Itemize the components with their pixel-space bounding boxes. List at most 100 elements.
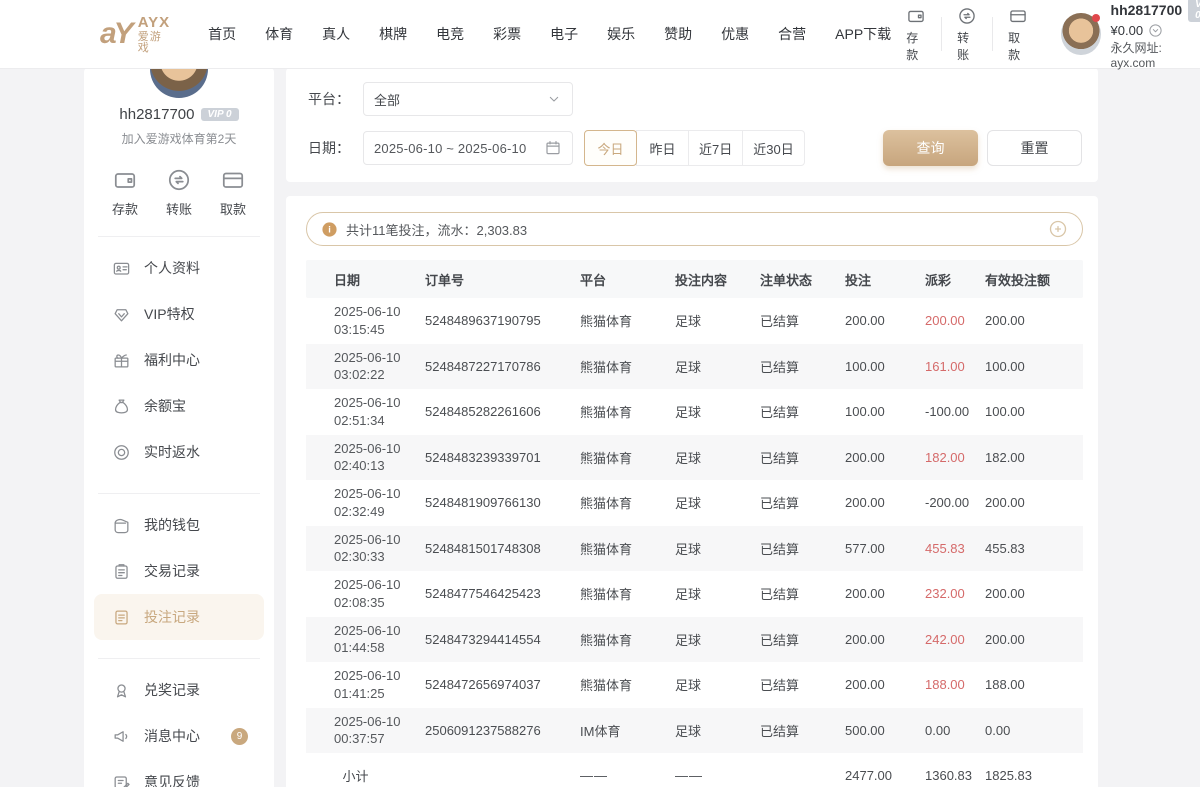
sidebar-item-label: 投注记录 <box>144 607 200 627</box>
header-quick-actions: 存款转账取款 <box>891 6 1043 63</box>
user-info[interactable]: hh2817700 VIP 0 ¥0.00 永久网址: ayx.com <box>1061 0 1200 70</box>
sidebar-item-betdoc[interactable]: 投注记录 <box>94 594 264 640</box>
sidebar-item-label: 兑奖记录 <box>144 680 200 700</box>
cell-bet: 200.00 <box>845 313 925 328</box>
range-button-0[interactable]: 今日 <box>584 130 637 166</box>
range-button-3[interactable]: 近30日 <box>742 130 804 166</box>
sidebar-item-idcard[interactable]: 个人资料 <box>94 245 264 291</box>
sidebar-item-label: 消息中心 <box>144 726 200 746</box>
cell-valid: 100.00 <box>985 404 1083 419</box>
cell-bet: 577.00 <box>845 541 925 556</box>
table-row[interactable]: 2025-06-1001:44:58 5248473294414554 熊猫体育… <box>306 617 1083 663</box>
sidebar-item-vip[interactable]: VIP特权 <box>94 291 264 337</box>
table-row[interactable]: 2025-06-1003:02:22 5248487227170786 熊猫体育… <box>306 344 1083 390</box>
table-row[interactable]: 2025-06-1000:37:57 2506091237588276 IM体育… <box>306 708 1083 754</box>
card-icon <box>1008 6 1028 26</box>
nav-item-10[interactable]: 合营 <box>778 24 806 44</box>
cell-platform: 熊猫体育 <box>580 584 675 603</box>
table-row[interactable]: 2025-06-1002:32:49 5248481909766130 熊猫体育… <box>306 480 1083 526</box>
reset-button[interactable]: 重置 <box>987 130 1082 166</box>
sidebar-item-mywallet[interactable]: 我的钱包 <box>94 502 264 548</box>
cell-content: 足球 <box>675 721 760 740</box>
subtotal-payout: 1360.83 <box>925 768 985 783</box>
cell-order: 5248489637190795 <box>425 313 580 328</box>
subtotal-label: 小计 <box>306 766 425 785</box>
summary-text: 共计11笔投注，流水：2,303.83 <box>346 220 527 239</box>
nav-item-9[interactable]: 优惠 <box>721 24 749 44</box>
cell-status: 已结算 <box>760 311 845 330</box>
sidebar-item-megaphone[interactable]: 消息中心 9 <box>94 713 264 759</box>
nav-item-11[interactable]: APP下载 <box>835 24 891 44</box>
platform-label: 平台： <box>308 89 363 109</box>
sidebar-action-0[interactable]: 存款 <box>112 167 138 218</box>
range-button-1[interactable]: 昨日 <box>636 130 689 166</box>
date-range-input[interactable]: 2025-06-10 ~ 2025-06-10 <box>363 131 573 165</box>
sidebar: hh2817700 VIP 0 加入爱游戏体育第2天 存款转账取款 个人资料 V… <box>84 68 274 787</box>
nav-item-2[interactable]: 真人 <box>322 24 350 44</box>
nav-item-6[interactable]: 电子 <box>550 24 578 44</box>
table-row[interactable]: 2025-06-1003:15:45 5248489637190795 熊猫体育… <box>306 298 1083 344</box>
logo-monogram-icon: aY <box>100 17 131 51</box>
sidebar-item-feedback[interactable]: 意见反馈 <box>94 759 264 787</box>
platform-selected-value: 全部 <box>374 90 400 109</box>
range-button-2[interactable]: 近7日 <box>688 130 743 166</box>
table-row[interactable]: 2025-06-1001:41:25 5248472656974037 熊猫体育… <box>306 662 1083 708</box>
cell-bet: 200.00 <box>845 632 925 647</box>
balance-refresh-icon[interactable] <box>1148 23 1163 38</box>
summary-bar: i 共计11笔投注，流水：2,303.83 <box>306 212 1083 246</box>
col-header-4: 注单状态 <box>760 270 845 289</box>
nav-item-0[interactable]: 首页 <box>208 24 236 44</box>
brand-logo[interactable]: aY AYX 爱游戏 <box>100 15 170 54</box>
sidebar-item-gift[interactable]: 福利中心 <box>94 337 264 383</box>
filter-panel: 平台： 全部 日期： 2025-06-10 ~ 2025-06-10 今日昨日近… <box>286 68 1098 182</box>
header-action-label: 取款 <box>1008 29 1028 63</box>
nav-item-8[interactable]: 赞助 <box>664 24 692 44</box>
nav-item-7[interactable]: 娱乐 <box>607 24 635 44</box>
sidebar-action-1[interactable]: 转账 <box>166 167 192 218</box>
card-icon <box>220 167 246 193</box>
table-row[interactable]: 2025-06-1002:30:33 5248481501748308 熊猫体育… <box>306 526 1083 572</box>
balance-value: ¥0.00 <box>1111 23 1144 38</box>
cell-payout: 232.00 <box>925 586 985 601</box>
sidebar-action-2[interactable]: 取款 <box>220 167 246 218</box>
cell-date: 2025-06-1000:37:57 <box>306 713 425 748</box>
cell-valid: 200.00 <box>985 313 1083 328</box>
cell-status: 已结算 <box>760 584 845 603</box>
header-action-1[interactable]: 转账 <box>942 6 992 63</box>
nav-item-5[interactable]: 彩票 <box>493 24 521 44</box>
nav-item-4[interactable]: 电竞 <box>436 24 464 44</box>
table-row[interactable]: 2025-06-1002:08:35 5248477546425423 熊猫体育… <box>306 571 1083 617</box>
col-header-0: 日期 <box>306 270 425 289</box>
cell-date: 2025-06-1001:41:25 <box>306 667 425 702</box>
sidebar-item-clipboard[interactable]: 交易记录 <box>94 548 264 594</box>
header-action-2[interactable]: 取款 <box>993 6 1043 63</box>
col-header-6: 派彩 <box>925 270 985 289</box>
sidebar-item-medal[interactable]: 兑奖记录 <box>94 667 264 713</box>
cell-bet: 100.00 <box>845 404 925 419</box>
cell-platform: 熊猫体育 <box>580 311 675 330</box>
cell-valid: 200.00 <box>985 495 1083 510</box>
query-button[interactable]: 查询 <box>883 130 978 166</box>
nav-item-3[interactable]: 棋牌 <box>379 24 407 44</box>
permanent-url: 永久网址: ayx.com <box>1111 39 1200 70</box>
logo-subname: 爱游戏 <box>138 32 170 54</box>
sidebar-item-label: VIP特权 <box>144 304 195 324</box>
sidebar-vip-badge: VIP 0 <box>201 108 239 121</box>
idcard-icon <box>112 259 131 278</box>
clipboard-icon <box>112 562 131 581</box>
sidebar-item-label: 余额宝 <box>144 396 186 416</box>
header-action-0[interactable]: 存款 <box>891 6 941 63</box>
sidebar-item-rebate[interactable]: 实时返水 <box>94 429 264 475</box>
sidebar-item-label: 意见反馈 <box>144 772 200 787</box>
table-row[interactable]: 2025-06-1002:51:34 5248485282261606 熊猫体育… <box>306 389 1083 435</box>
nav-item-1[interactable]: 体育 <box>265 24 293 44</box>
table-row[interactable]: 2025-06-1002:40:13 5248483239339701 熊猫体育… <box>306 435 1083 481</box>
avatar[interactable] <box>1061 13 1100 55</box>
col-header-1: 订单号 <box>425 270 580 289</box>
sidebar-item-moneybag[interactable]: 余额宝 <box>94 383 264 429</box>
platform-select[interactable]: 全部 <box>363 82 573 116</box>
cell-platform: 熊猫体育 <box>580 539 675 558</box>
sidebar-action-label: 取款 <box>220 199 246 218</box>
expand-plus-icon[interactable] <box>1048 219 1068 239</box>
cell-date: 2025-06-1001:44:58 <box>306 622 425 657</box>
